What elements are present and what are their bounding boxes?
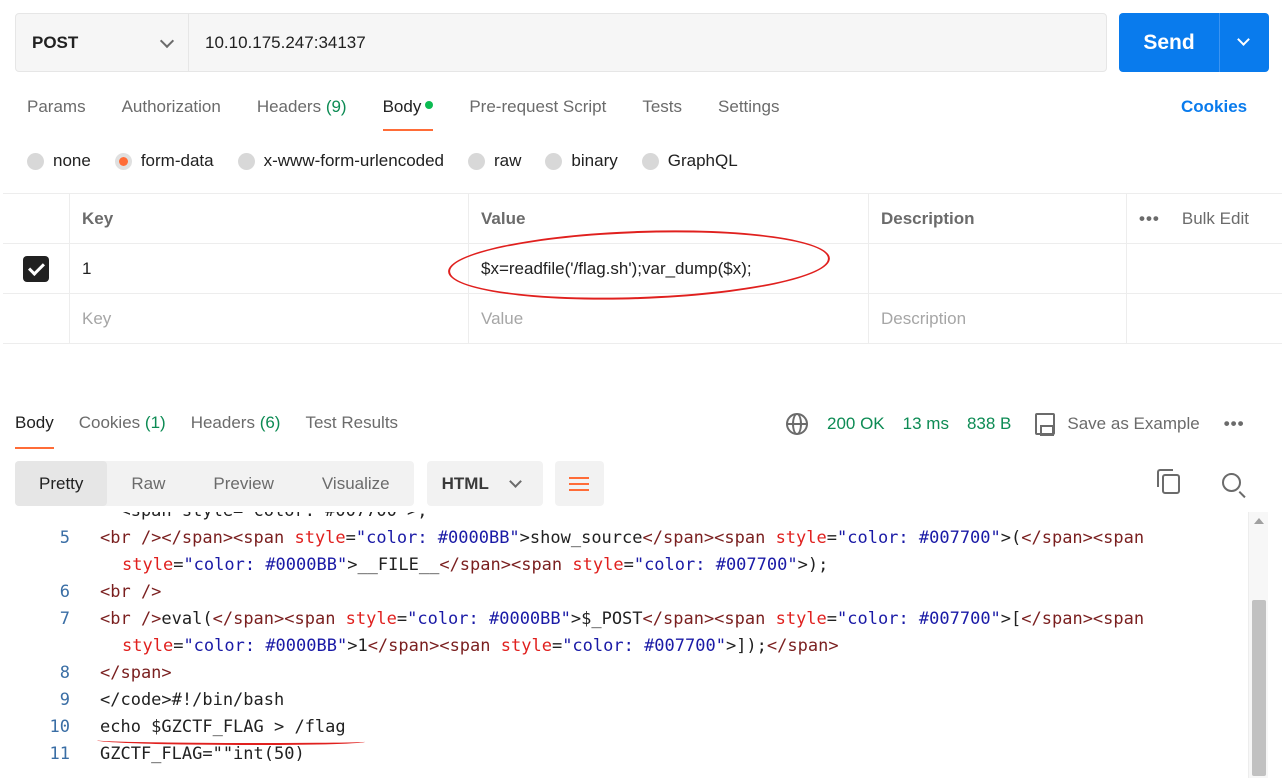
chevron-down-icon	[159, 33, 175, 49]
chevron-down-icon	[1237, 33, 1250, 46]
tab-headers[interactable]: Headers (9)	[257, 97, 347, 131]
scrollbar[interactable]	[1248, 512, 1268, 778]
radio-icon	[641, 152, 659, 170]
tab-tests[interactable]: Tests	[642, 97, 682, 131]
request-tabs: Params Authorization Headers (9) Body Pr…	[27, 97, 815, 131]
response-tab-headers[interactable]: Headers (6)	[191, 413, 281, 449]
radio-icon	[27, 152, 44, 170]
view-preview[interactable]: Preview	[189, 461, 297, 506]
code-line: 11 GZCTF_FLAG=""int(50)	[49, 744, 305, 764]
response-toolbar: Pretty Raw Preview Visualize HTML	[15, 461, 604, 506]
send-button-group: Send	[1119, 13, 1269, 72]
chevron-down-icon	[508, 475, 522, 488]
radio-icon	[468, 152, 486, 170]
radio-graphql[interactable]: GraphQL	[641, 151, 738, 171]
wrap-lines-icon	[569, 476, 590, 491]
radio-raw[interactable]: raw	[468, 151, 521, 171]
view-raw[interactable]: Raw	[107, 461, 189, 506]
copy-icon[interactable]	[1157, 469, 1180, 494]
response-time[interactable]: 13 ms	[903, 414, 949, 434]
radio-none[interactable]: none	[27, 151, 91, 171]
more-options-icon[interactable]: •••	[1139, 209, 1160, 229]
scrollbar-thumb[interactable]	[1252, 600, 1266, 776]
code-line: 7 <br />eval(</span><span style="color: #…	[59, 609, 1145, 629]
code-line: 9 </code>#!/bin/bash	[59, 690, 285, 710]
table-row-empty: Key Value Description	[3, 294, 1282, 344]
description-header: Description	[869, 194, 1127, 243]
radio-form-data[interactable]: form-data	[114, 151, 214, 171]
send-options-button[interactable]	[1220, 13, 1269, 72]
body-type-radios: none form-data x-www-form-urlencoded raw…	[27, 151, 762, 171]
send-button[interactable]: Send	[1119, 13, 1220, 72]
headers-count: (9)	[325, 97, 347, 116]
globe-icon[interactable]	[786, 413, 808, 435]
save-as-example-button[interactable]: Save as Example	[1035, 413, 1200, 436]
code-line: 8 </span>	[59, 663, 172, 683]
scroll-up-arrow-icon[interactable]	[1254, 518, 1264, 524]
tab-params[interactable]: Params	[27, 97, 86, 131]
code-line-wrapped: style="color: #0000BB">1</span><span sty…	[122, 636, 839, 656]
method-label: POST	[32, 32, 79, 52]
key-field[interactable]: Key	[70, 294, 469, 343]
code-line: 6 <br />	[59, 582, 162, 602]
cookies-count: (1)	[144, 413, 166, 432]
view-pretty[interactable]: Pretty	[15, 461, 108, 506]
code-line-partial: <span style="color: #007700">;	[0, 512, 1248, 525]
radio-binary[interactable]: binary	[545, 151, 618, 171]
tab-settings[interactable]: Settings	[718, 97, 779, 131]
row-checkbox[interactable]	[23, 255, 49, 282]
code-line: 5 <br /></span><span style="color: #0000B…	[59, 528, 1145, 548]
description-field[interactable]	[869, 244, 1127, 293]
view-visualize[interactable]: Visualize	[298, 461, 414, 506]
response-tab-test-results[interactable]: Test Results	[305, 413, 398, 449]
status-code[interactable]: 200 OK	[827, 414, 885, 434]
url-input[interactable]: 10.10.175.247:34137	[189, 14, 1106, 71]
view-mode-tabs: Pretty Raw Preview Visualize	[15, 461, 414, 506]
value-field[interactable]: Value	[469, 294, 869, 343]
radio-x-www-form-urlencoded[interactable]: x-www-form-urlencoded	[237, 151, 444, 171]
method-select[interactable]: POST	[16, 14, 189, 71]
wrap-lines-button[interactable]	[554, 461, 604, 506]
response-tab-cookies[interactable]: Cookies (1)	[79, 413, 166, 449]
response-tab-body[interactable]: Body	[15, 413, 54, 449]
more-options-icon[interactable]: •••	[1224, 414, 1245, 434]
save-icon	[1035, 413, 1056, 436]
radio-selected-icon	[114, 152, 132, 170]
code-line-wrapped: style="color: #0000BB">__FILE__</span><s…	[122, 555, 829, 575]
tab-authorization[interactable]: Authorization	[122, 97, 221, 131]
description-field[interactable]: Description	[869, 294, 1127, 343]
request-bar: POST 10.10.175.247:34137	[15, 13, 1107, 72]
response-size[interactable]: 838 B	[967, 414, 1011, 434]
radio-icon	[237, 152, 255, 170]
language-select[interactable]: HTML	[426, 461, 543, 506]
radio-icon	[545, 152, 563, 170]
bulk-edit-button[interactable]: Bulk Edit	[1182, 209, 1249, 229]
key-header: Key	[70, 194, 469, 243]
headers-count: (6)	[259, 413, 281, 432]
response-status-bar: 200 OK 13 ms 838 B Save as Example •••	[786, 413, 1245, 436]
key-field[interactable]: 1	[70, 244, 469, 293]
tab-pre-request-script[interactable]: Pre-request Script	[469, 97, 606, 131]
response-tabs: Body Cookies (1) Headers (6) Test Result…	[15, 413, 423, 449]
tab-body[interactable]: Body	[382, 97, 434, 131]
active-dot-icon	[425, 101, 434, 109]
search-icon[interactable]	[1222, 473, 1241, 492]
cookies-link[interactable]: Cookies	[1181, 97, 1247, 117]
